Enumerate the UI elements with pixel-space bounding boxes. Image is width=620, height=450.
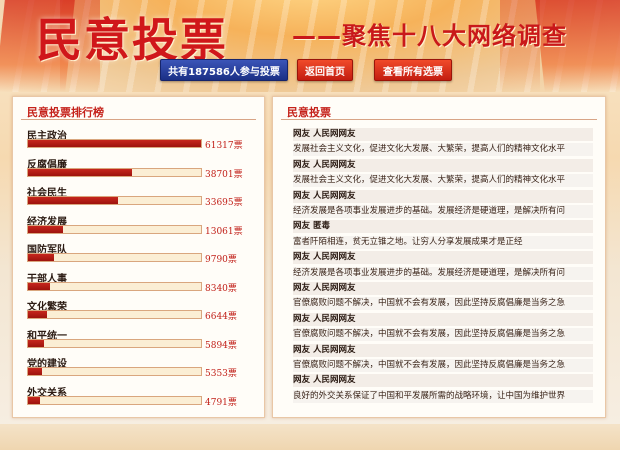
ranking-item-count: 8340票 — [205, 283, 237, 294]
comment-author: 网友 人民网网友 — [293, 251, 593, 265]
view-all-votes-button[interactable]: 查看所有选票 — [374, 59, 452, 81]
comment-text[interactable]: 官僚腐败问题不解决，中国就不会有发展，因此坚持反腐倡廉是当务之急 — [293, 328, 593, 342]
ranking-bar-fill — [28, 225, 63, 233]
ranking-bar-fill — [28, 197, 118, 204]
ranking-bar-track — [27, 281, 202, 291]
ranking-item-count: 5353票 — [205, 369, 237, 379]
ranking-bar-fill — [28, 254, 54, 261]
divider — [281, 119, 597, 120]
ranking-item[interactable]: 经济发展 13061票 — [27, 213, 255, 237]
comment-author: 网友 人民网网友 — [293, 158, 593, 172]
ranking-bar-track — [27, 139, 202, 148]
ranking-item-count: 9790票 — [205, 255, 237, 265]
ranking-bar-track — [27, 253, 202, 262]
ranking-bar-fill — [28, 282, 51, 290]
header-banner: 民意投票 ——聚焦十八大网络调查 共有187586人参与投票 返回首页 查看所有… — [0, 0, 620, 92]
footer — [0, 424, 620, 450]
ranking-bar-track — [27, 395, 202, 405]
ranking-bar-fill — [28, 311, 48, 318]
comment-text[interactable]: 经济发展是各项事业发展进步的基础。发展经济是硬道理，是解决所有问 — [293, 266, 593, 280]
comment-text[interactable]: 官僚腐败问题不解决，中国就不会有发展，因此坚持反腐倡廉是当务之急 — [293, 297, 593, 311]
ranking-bar-fill — [28, 140, 201, 147]
ranking-item-count: 38701票 — [205, 169, 243, 180]
ranking-bar-track — [27, 196, 202, 205]
ranking-item[interactable]: 民主政治 61317票 — [27, 127, 255, 151]
ranking-bar-track — [27, 224, 202, 234]
ranking-item-count: 13061票 — [205, 226, 243, 237]
comment-author: 网友 人民网网友 — [293, 312, 593, 326]
ranking-item[interactable]: 文化繁荣 6644票 — [27, 298, 255, 322]
comment-author: 网友 匿毒 — [293, 220, 593, 234]
comments-title: 民意投票 — [287, 106, 331, 119]
ranking-item-count: 5894票 — [205, 340, 237, 351]
comment-text[interactable]: 官僚腐败问题不解决，中国就不会有发展，因此坚持反腐倡廉是当务之急 — [293, 359, 593, 372]
ranking-bar-track — [27, 338, 202, 348]
ranking-item[interactable]: 干部人事 8340票 — [27, 270, 255, 294]
comment-text[interactable]: 发展社会主义文化，促进文化大发展、大繁荣，提高人们的精神文化水平 — [293, 174, 593, 188]
page-subtitle: ——聚焦十八大网络调查 — [292, 22, 567, 50]
home-button[interactable]: 返回首页 — [297, 59, 353, 81]
comment-author: 网友 人民网网友 — [293, 189, 593, 203]
vote-total-button[interactable]: 共有187586人参与投票 — [160, 59, 288, 81]
comment-author: 网友 人民网网友 — [293, 128, 593, 141]
ranking-bar-fill — [28, 396, 41, 404]
ranking-title: 民意投票排行榜 — [27, 106, 104, 119]
ranking-bar-track — [27, 367, 202, 376]
ranking-item[interactable]: 国防军队 9790票 — [27, 241, 255, 265]
ranking-item[interactable]: 社会民生 33695票 — [27, 184, 255, 208]
comment-author: 网友 人民网网友 — [293, 343, 593, 357]
ranking-item[interactable]: 反腐倡廉 38701票 — [27, 156, 255, 180]
ranking-bar-fill — [28, 339, 44, 347]
ranking-item-count: 61317票 — [205, 141, 243, 151]
comment-text[interactable]: 富者阡陌相连，贫无立锥之地。让穷人分享发展成果才是正经 — [293, 235, 593, 249]
comment-author: 网友 人民网网友 — [293, 282, 593, 295]
ranking-bar-track — [27, 167, 202, 177]
divider — [21, 119, 256, 120]
ranking-item[interactable]: 和平统一 5894票 — [27, 327, 255, 351]
comment-author: 网友 人民网网友 — [293, 374, 593, 388]
comment-text[interactable]: 良好的外交关系保证了中国和平发展所需的战略环境，让中国为维护世界 — [293, 389, 593, 403]
ranking-item-count: 6644票 — [205, 312, 237, 322]
ranking-item[interactable]: 党的建设 5353票 — [27, 355, 255, 379]
ranking-bar-track — [27, 310, 202, 319]
comment-text[interactable]: 发展社会主义文化，促进文化大发展、大繁荣，提高人们的精神文化水平 — [293, 143, 593, 157]
comment-text[interactable]: 经济发展是各项事业发展进步的基础。发展经济是硬道理，是解决所有问 — [293, 205, 593, 218]
ranking-panel: 民意投票排行榜 民主政治 61317票 反腐倡廉 38701票 社会民生 33695票 经济… — [12, 96, 265, 418]
ranking-item[interactable]: 外交关系 4791票 — [27, 384, 255, 408]
ranking-item-count: 33695票 — [205, 198, 243, 208]
ranking-bar-fill — [28, 168, 132, 176]
comments-panel: 民意投票 网友 人民网网友 发展社会主义文化，促进文化大发展、大繁荣，提高人们的精… — [272, 96, 606, 418]
ranking-bar-fill — [28, 368, 42, 375]
ranking-item-count: 4791票 — [205, 397, 237, 408]
